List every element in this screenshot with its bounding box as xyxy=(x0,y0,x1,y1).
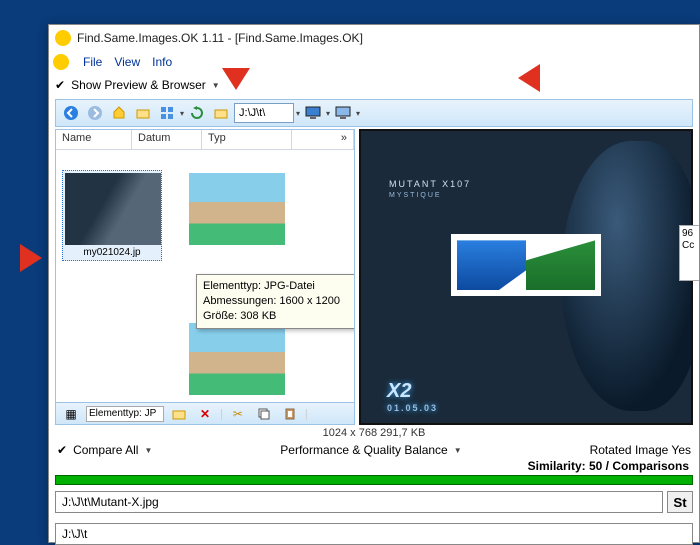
up-button[interactable] xyxy=(108,102,130,124)
titlebar[interactable]: Find.Same.Images.OK 1.11 - [Find.Same.Im… xyxy=(49,25,699,51)
tooltip-dimensions: Abmessungen: 1600 x 1200 xyxy=(203,294,354,309)
placeholder-logo xyxy=(451,234,601,296)
col-type[interactable]: Typ xyxy=(202,130,292,149)
views-chevron-icon[interactable]: ▾ xyxy=(180,109,184,118)
col-date[interactable]: Datum xyxy=(132,130,202,149)
chevron-down-icon[interactable]: ▼ xyxy=(454,446,462,455)
monitor1-button[interactable] xyxy=(302,102,324,124)
window-title: Find.Same.Images.OK 1.11 - [Find.Same.Im… xyxy=(77,31,363,45)
file-browser-pane: Name Datum Typ » my021024.jp Elementtyp:… xyxy=(55,129,355,425)
annotation-arrow xyxy=(222,68,250,90)
monitor1-chevron-icon[interactable]: ▾ xyxy=(326,109,330,118)
annotation-arrow xyxy=(20,244,42,272)
placeholder-logo-right xyxy=(526,240,595,290)
app-icon xyxy=(55,30,71,46)
rotated-dropdown[interactable]: Rotated Image Yes xyxy=(590,443,691,457)
list-mode-icon[interactable]: ▦ xyxy=(60,403,82,425)
annotation-arrow xyxy=(518,64,540,92)
refresh-button[interactable] xyxy=(186,102,208,124)
cut-button[interactable]: ✂ xyxy=(227,403,249,425)
forward-button[interactable] xyxy=(84,102,106,124)
thumbnail-item[interactable] xyxy=(186,170,286,248)
options-row: ✔ Compare All ▼ Performance & Quality Ba… xyxy=(49,443,699,459)
menu-view[interactable]: View xyxy=(114,55,140,69)
x2-date: 01.05.03 xyxy=(387,403,438,413)
browser-status-strip: ▦ ✕ | ✂ | xyxy=(56,402,354,424)
chevron-down-icon[interactable]: ▼ xyxy=(212,81,220,90)
app-icon-small xyxy=(53,54,69,70)
folder-path-row xyxy=(55,523,693,545)
x2-logo: X2 01.05.03 xyxy=(387,380,438,413)
app-window: Find.Same.Images.OK 1.11 - [Find.Same.Im… xyxy=(48,24,700,543)
start-button[interactable]: St xyxy=(667,491,693,513)
folder-mini-icon[interactable] xyxy=(168,403,190,425)
similarity-label: Similarity: 50 / Comparisons xyxy=(49,459,699,475)
column-headers[interactable]: Name Datum Typ » xyxy=(56,130,354,150)
menu-file[interactable]: File xyxy=(83,55,102,69)
paste-button[interactable] xyxy=(279,403,301,425)
compare-all-toggle[interactable]: Compare All xyxy=(73,443,138,457)
side-panel-peek: 96 Cc xyxy=(679,225,699,281)
folder-picker-button[interactable] xyxy=(210,102,232,124)
menu-info[interactable]: Info xyxy=(152,55,172,69)
separator: | xyxy=(220,408,223,420)
image-path-input[interactable] xyxy=(55,491,663,513)
element-type-field[interactable] xyxy=(86,406,164,422)
views-button[interactable] xyxy=(156,102,178,124)
file-tooltip: Elementtyp: JPG-Datei Abmessungen: 1600 … xyxy=(196,274,354,329)
delete-button[interactable]: ✕ xyxy=(194,403,216,425)
thumbnail-image xyxy=(189,173,285,245)
preview-title-text: MUTANT X107 MYSTIQUE xyxy=(389,179,471,199)
check-icon: ✔ xyxy=(55,78,65,92)
thumbnail-filename: my021024.jp xyxy=(65,247,159,258)
thumbnail-image xyxy=(189,323,285,395)
thumbnail-image xyxy=(65,173,161,245)
show-preview-toggle[interactable]: Show Preview & Browser xyxy=(71,78,206,92)
image-preview-pane[interactable]: MUTANT X107 MYSTIQUE X2 01.05.03 xyxy=(359,129,693,425)
check-icon: ✔ xyxy=(57,443,67,457)
browser-toolbar: ▾ J:\J\t\ ▾ ▾ ▾ xyxy=(55,99,693,127)
address-chevron-icon[interactable]: ▾ xyxy=(296,109,300,118)
split-area: Name Datum Typ » my021024.jp Elementtyp:… xyxy=(55,129,693,425)
thumbnail-item[interactable] xyxy=(186,320,286,398)
menubar: File View Info xyxy=(49,51,699,73)
preview-toggle-row: ✔ Show Preview & Browser ▼ xyxy=(49,73,699,97)
chevron-down-icon[interactable]: ▼ xyxy=(144,446,152,455)
col-more[interactable]: » xyxy=(292,130,354,149)
progress-bar xyxy=(55,475,693,485)
performance-dropdown[interactable]: Performance & Quality Balance xyxy=(280,443,447,457)
thumbnail-area[interactable]: my021024.jp Elementtyp: JPG-Datei Abmess… xyxy=(56,150,354,402)
copy-button[interactable] xyxy=(253,403,275,425)
image-path-row: St xyxy=(55,491,693,513)
monitor2-button[interactable] xyxy=(332,102,354,124)
folder-path-input[interactable] xyxy=(55,523,693,545)
tooltip-size: Größe: 308 KB xyxy=(203,309,354,324)
thumbnail-selected[interactable]: my021024.jp xyxy=(62,170,162,261)
monitor2-chevron-icon[interactable]: ▾ xyxy=(356,109,360,118)
placeholder-logo-left xyxy=(457,240,526,290)
tooltip-type: Elementtyp: JPG-Datei xyxy=(203,279,354,294)
separator: | xyxy=(305,408,308,420)
back-button[interactable] xyxy=(60,102,82,124)
col-name[interactable]: Name xyxy=(56,130,132,149)
folders-button[interactable] xyxy=(132,102,154,124)
address-bar[interactable]: J:\J\t\ xyxy=(234,103,294,123)
image-info-status: 1024 x 768 291,7 KB xyxy=(49,425,699,443)
